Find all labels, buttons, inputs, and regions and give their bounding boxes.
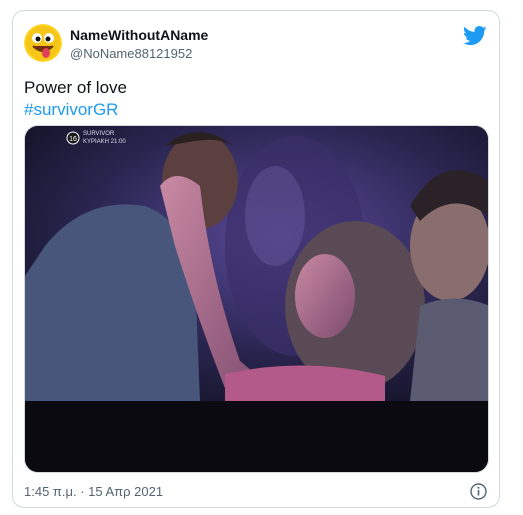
tweet-timestamp[interactable]: 1:45 π.μ. · 15 Απρ 2021 <box>24 484 163 499</box>
display-name[interactable]: NameWithoutAName <box>70 27 208 43</box>
tweet-photo[interactable]: 16 SURVIVOR ΚΥΡΙΑΚΗ 21:00 <box>24 125 489 473</box>
tv-screen-photo: 16 SURVIVOR ΚΥΡΙΑΚΗ 21:00 <box>25 126 488 472</box>
channel-label: SURVIVOR <box>83 131 115 137</box>
smiley-avatar-icon <box>24 24 62 62</box>
twitter-bird-icon[interactable] <box>463 25 487 47</box>
tweet-body: Power of love <box>24 78 127 97</box>
info-icon[interactable] <box>470 483 487 500</box>
user-handle[interactable]: @NoName88121952 <box>70 46 192 61</box>
hashtag-link[interactable]: #survivorGR <box>24 99 127 121</box>
tv-rating-badge: 16 <box>69 136 77 143</box>
tweet-text: Power of love #survivorGR <box>24 77 127 121</box>
tweet-card[interactable]: NameWithoutAName @NoName88121952 Power o… <box>12 10 500 508</box>
avatar[interactable] <box>24 24 62 62</box>
schedule-label: ΚΥΡΙΑΚΗ 21:00 <box>83 139 126 145</box>
